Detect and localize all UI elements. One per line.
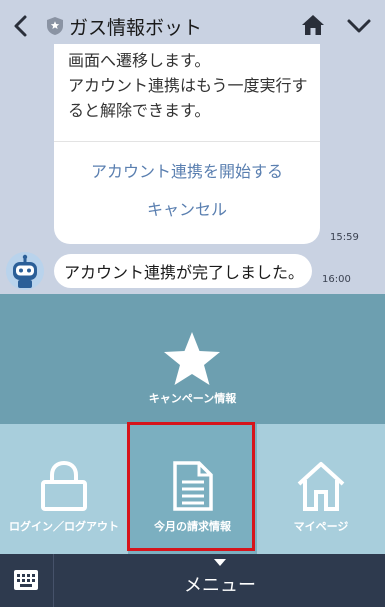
keyboard-icon — [14, 570, 38, 590]
footer-bar: メニュー — [0, 554, 385, 607]
login-logout-button[interactable]: ログイン／ログアウト — [0, 424, 128, 554]
page-title: ガス情報ボット — [69, 16, 203, 39]
monthly-bill-label: 今月の請求情報 — [154, 520, 231, 533]
campaign-button[interactable]: キャンペーン情報 — [0, 294, 385, 424]
card-message-text: 画面へ遷移します。 アカウント連携はもう一度実行すると解除できます。 — [68, 51, 308, 120]
chevron-left-icon — [14, 15, 27, 37]
keyboard-button[interactable] — [0, 554, 54, 607]
house-icon — [297, 462, 345, 511]
menu-toggle-button[interactable]: メニュー — [55, 554, 385, 607]
chat-area: 画面へ遷移します。 アカウント連携はもう一度実行すると解除できます。 アカウント… — [0, 44, 385, 294]
star-icon — [164, 332, 220, 385]
home-icon — [302, 15, 324, 35]
menu-label: メニュー — [184, 575, 256, 596]
bot-message-text: アカウント連携が完了しました。 — [64, 263, 305, 282]
card-divider — [54, 141, 320, 142]
shield-icon — [47, 17, 63, 35]
campaign-label: キャンペーン情報 — [148, 392, 237, 405]
chevron-down-icon — [347, 19, 371, 33]
document-icon — [173, 461, 213, 511]
account-link-card: 画面へ遷移します。 アカウント連携はもう一度実行すると解除できます。 アカウント… — [54, 44, 320, 244]
mypage-button[interactable]: マイページ — [257, 424, 385, 554]
start-account-link-button[interactable]: アカウント連携を開始する — [54, 158, 320, 182]
rich-menu: キャンペーン情報 ログイン／ログアウト 今月の請求情報 マイページ — [0, 294, 385, 554]
mypage-label: マイページ — [293, 520, 349, 533]
login-logout-label: ログイン／ログアウト — [9, 520, 119, 533]
lock-icon — [41, 460, 87, 511]
bot-avatar[interactable] — [6, 252, 44, 290]
message-timestamp: 16:00 — [322, 274, 351, 285]
caret-down-icon — [214, 559, 226, 566]
card-timestamp: 15:59 — [330, 232, 359, 243]
bot-message-bubble: アカウント連携が完了しました。 — [54, 254, 312, 288]
home-button[interactable] — [300, 12, 326, 38]
back-button[interactable] — [8, 12, 34, 40]
monthly-bill-button[interactable]: 今月の請求情報 — [128, 424, 257, 554]
expand-button[interactable] — [345, 14, 373, 38]
robot-icon — [6, 252, 44, 290]
cancel-button[interactable]: キャンセル — [54, 196, 320, 220]
title-area: ガス情報ボット — [46, 12, 202, 40]
